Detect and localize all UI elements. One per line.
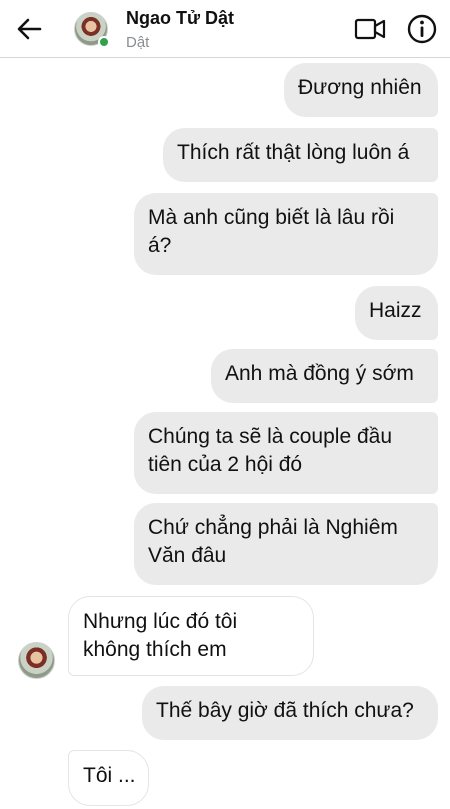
back-arrow-icon[interactable] <box>14 14 44 44</box>
online-status-dot <box>98 36 110 48</box>
message-text-line: Chúng ta sẽ là couple đầu <box>148 425 393 448</box>
message-bubble-outgoing[interactable]: Chứ chẳng phải là Nghiêm Văn đâu <box>134 503 438 585</box>
message-bubble-outgoing[interactable]: Mà anh cũng biết là lâu rồi á? <box>134 193 438 275</box>
video-call-icon[interactable] <box>354 15 386 43</box>
message-bubble-outgoing[interactable]: Chúng ta sẽ là couple đầu tiên của 2 hội… <box>134 412 438 494</box>
message-text-line: tiên của 2 hội đó <box>148 453 303 476</box>
message-text-line: Chứ chẳng phải là Nghiêm <box>148 516 398 539</box>
message-text: Thế bây giờ đã thích chưa? <box>156 699 414 722</box>
message-bubble-outgoing[interactable]: Haizz <box>355 286 438 340</box>
message-bubble-incoming[interactable]: Nhưng lúc đó tôi không thích em <box>68 596 314 676</box>
message-text-line: á? <box>148 234 172 257</box>
contact-avatar[interactable] <box>74 12 110 48</box>
info-icon[interactable] <box>406 13 438 45</box>
message-bubble-outgoing[interactable]: Thích rất thật lòng luôn á <box>163 128 438 182</box>
message-text-line: Văn đâu <box>148 544 227 567</box>
message-text: Anh mà đồng ý sớm <box>225 362 414 385</box>
message-text-line: không thích em <box>83 638 227 661</box>
message-text: Tôi ... <box>83 764 136 787</box>
message-text: Thích rất thật lòng luôn á <box>177 141 410 164</box>
message-text: Haizz <box>369 299 422 322</box>
sender-avatar[interactable] <box>18 642 55 679</box>
message-bubble-incoming[interactable]: Tôi ... <box>68 750 149 806</box>
chat-header: Ngao Tử Dật Dật <box>0 0 450 58</box>
message-bubble-outgoing[interactable]: Đương nhiên <box>284 63 438 117</box>
message-text: Đương nhiên <box>298 76 422 99</box>
contact-nickname: Dật <box>126 34 150 51</box>
message-text-line: Mà anh cũng biết là lâu rồi <box>148 206 395 229</box>
message-bubble-outgoing[interactable]: Thế bây giờ đã thích chưa? <box>142 686 438 740</box>
contact-name[interactable]: Ngao Tử Dật <box>126 8 234 29</box>
message-text-line: Nhưng lúc đó tôi <box>83 610 238 633</box>
message-bubble-outgoing[interactable]: Anh mà đồng ý sớm <box>211 349 438 403</box>
